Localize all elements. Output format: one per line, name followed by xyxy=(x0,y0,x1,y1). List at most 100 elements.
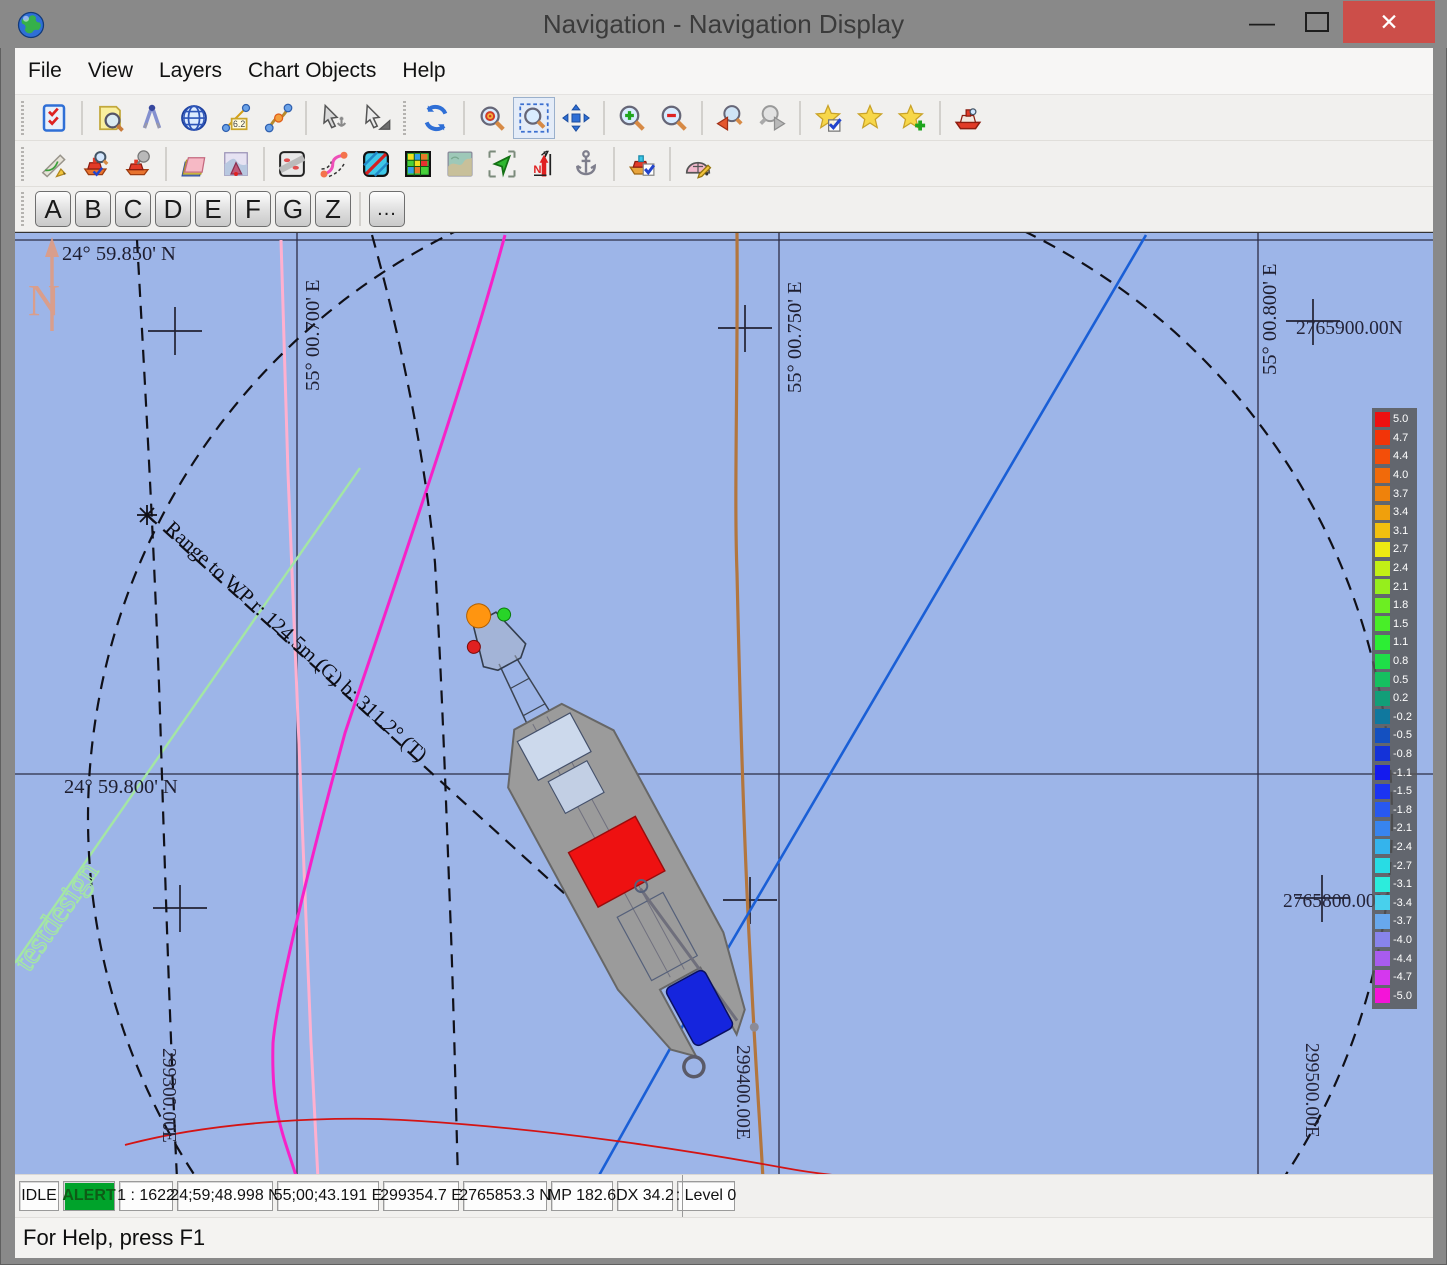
vessel-symbol[interactable] xyxy=(424,575,778,1090)
toolbar-button-road-tile[interactable] xyxy=(272,144,312,184)
toolbar-button-zoom-in[interactable] xyxy=(612,98,652,138)
toolbar-gripper[interactable] xyxy=(401,101,409,135)
toolbar-button-track-arrow[interactable] xyxy=(482,144,522,184)
northing-label-1: 2765900.00N xyxy=(1296,318,1403,339)
toolbar-layer-letters: ABCDEFGZ... xyxy=(15,187,1433,232)
toolbar-button-north-ref[interactable]: N xyxy=(524,144,564,184)
toolbar-button-vessel-check[interactable] xyxy=(622,144,662,184)
toolbar-button-cursor-flag[interactable] xyxy=(356,98,396,138)
toolbar-button-favorite-add[interactable] xyxy=(892,98,932,138)
note-search-icon xyxy=(95,103,125,133)
status-cell-northing: 2765853.3 N xyxy=(463,1181,547,1211)
layer-letter-button-b[interactable]: B xyxy=(75,191,111,227)
svg-text:6.2: 6.2 xyxy=(233,119,245,129)
legend-entry: 2.1 xyxy=(1375,577,1417,596)
toolbar-button-vessel-scan[interactable] xyxy=(118,144,158,184)
legend-entry: 2.7 xyxy=(1375,540,1417,559)
easting-label-3: 299500.00E xyxy=(1301,1043,1322,1138)
status-bar: IDLEALERT1 : 162224;59;48.998 N55;00;43.… xyxy=(15,1174,1433,1217)
toolbar-separator xyxy=(359,192,361,226)
legend-entry: -2.7 xyxy=(1375,856,1417,875)
map-mountain-icon xyxy=(221,149,251,179)
toolbar-gripper[interactable] xyxy=(19,101,27,135)
route-points-icon xyxy=(263,103,293,133)
toolbar-button-task-check[interactable] xyxy=(34,98,74,138)
toolbar-button-pan[interactable] xyxy=(556,98,596,138)
layer-letter-button-d[interactable]: D xyxy=(155,191,191,227)
legend-color-swatch xyxy=(1375,728,1390,743)
toolbar-button-grid-tile[interactable] xyxy=(398,144,438,184)
road-tile-icon xyxy=(277,149,307,179)
layer-more-button[interactable]: ... xyxy=(369,191,405,227)
toolbar-button-map-mountain[interactable] xyxy=(216,144,256,184)
layer-letter-button-a[interactable]: A xyxy=(35,191,71,227)
toolbar-button-measure-segment[interactable]: 6.2 xyxy=(216,98,256,138)
zoom-forward-icon xyxy=(757,103,787,133)
toolbar-button-hatch-tile[interactable] xyxy=(356,144,396,184)
waypoint-marker[interactable] xyxy=(137,505,157,525)
toolbar-button-note-search[interactable] xyxy=(90,98,130,138)
toolbar-button-draw-measure[interactable] xyxy=(34,144,74,184)
toolbar-gripper[interactable] xyxy=(19,192,27,226)
toolbar-button-globe[interactable] xyxy=(174,98,214,138)
toolbar-button-vessel-rescue[interactable] xyxy=(948,98,988,138)
menu-help[interactable]: Help xyxy=(389,48,458,94)
layer-letter-button-f[interactable]: F xyxy=(235,191,271,227)
layer-letter-button-g[interactable]: G xyxy=(275,191,311,227)
legend-entry: -3.1 xyxy=(1375,875,1417,894)
legend-value: -0.8 xyxy=(1393,748,1412,760)
lon-label-1: 55° 00.700' E xyxy=(302,279,324,391)
legend-entry: 2.4 xyxy=(1375,559,1417,578)
toolbar-button-dividers[interactable] xyxy=(132,98,172,138)
toolbar-button-zoom-forward[interactable] xyxy=(752,98,792,138)
svg-text:N: N xyxy=(28,276,60,325)
legend-entry: 5.0 xyxy=(1375,410,1417,429)
legend-entry: 1.8 xyxy=(1375,596,1417,615)
toolbar-button-anchor[interactable] xyxy=(566,144,606,184)
legend-color-swatch xyxy=(1375,877,1390,892)
toolbar-button-cursor-anchor[interactable] xyxy=(314,98,354,138)
toolbar-button-vessel-zoom[interactable] xyxy=(76,144,116,184)
red-contour-arc xyxy=(125,1119,990,1174)
toolbar-button-zoom-target[interactable] xyxy=(472,98,512,138)
lon-label-3: 55° 00.800' E xyxy=(1259,263,1281,375)
toolbar-button-layer-stack[interactable] xyxy=(174,144,214,184)
toolbar-button-terrain-tile[interactable] xyxy=(440,144,480,184)
layer-letter-button-c[interactable]: C xyxy=(115,191,151,227)
depth-color-legend: 5.04.74.44.03.73.43.12.72.42.11.81.51.10… xyxy=(1372,408,1417,1009)
toolbar-gripper[interactable] xyxy=(19,147,27,181)
toolbar-button-favorite[interactable] xyxy=(850,98,890,138)
legend-color-swatch xyxy=(1375,598,1390,613)
menu-file[interactable]: File xyxy=(15,48,75,94)
status-cell-scale: 1 : 1622 xyxy=(119,1181,173,1211)
toolbar-button-route-curve[interactable] xyxy=(314,144,354,184)
menu-view[interactable]: View xyxy=(75,48,146,94)
legend-color-swatch xyxy=(1375,430,1390,445)
toolbar-button-refresh[interactable] xyxy=(416,98,456,138)
close-button[interactable]: ✕ xyxy=(1343,1,1435,43)
toolbar-separator xyxy=(613,147,615,181)
legend-value: 4.0 xyxy=(1393,469,1408,481)
menu-chart-objects[interactable]: Chart Objects xyxy=(235,48,389,94)
task-check-icon xyxy=(39,103,69,133)
zoom-in-icon xyxy=(617,103,647,133)
toolbar-separator xyxy=(939,101,941,135)
legend-value: 0.2 xyxy=(1393,692,1408,704)
chart-canvas[interactable]: N xyxy=(15,232,1433,1174)
cursor-anchor-icon xyxy=(319,103,349,133)
minimize-button[interactable]: — xyxy=(1232,0,1292,44)
window-content: File View Layers Chart Objects Help 6.2 … xyxy=(15,48,1433,1258)
legend-value: -5.0 xyxy=(1393,990,1412,1002)
maximize-button[interactable] xyxy=(1292,0,1342,44)
toolbar-button-zoom-window[interactable] xyxy=(514,98,554,138)
toolbar-button-favorite-check[interactable] xyxy=(808,98,848,138)
layer-letter-button-z[interactable]: Z xyxy=(315,191,351,227)
menu-layers[interactable]: Layers xyxy=(146,48,235,94)
legend-value: 1.5 xyxy=(1393,618,1408,630)
toolbar-button-profile-edit[interactable] xyxy=(678,144,718,184)
legend-color-swatch xyxy=(1375,784,1390,799)
toolbar-button-route-points[interactable] xyxy=(258,98,298,138)
toolbar-button-zoom-back[interactable] xyxy=(710,98,750,138)
layer-letter-button-e[interactable]: E xyxy=(195,191,231,227)
toolbar-button-zoom-out[interactable] xyxy=(654,98,694,138)
